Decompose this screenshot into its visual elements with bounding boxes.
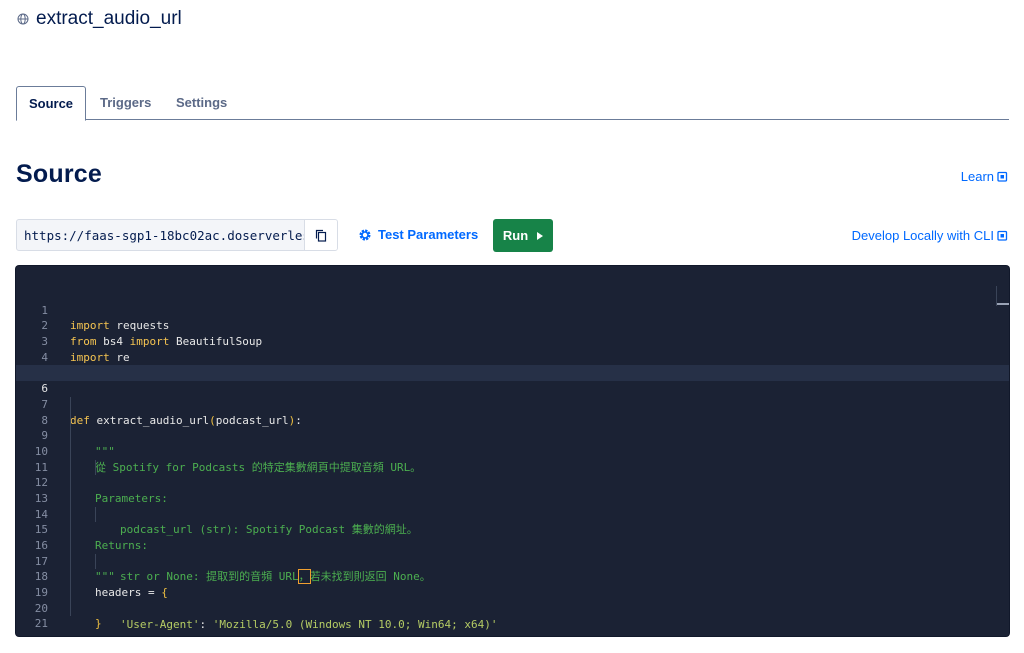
code-line[interactable]: 21 try:	[16, 600, 1009, 630]
line-number: 21	[34, 617, 48, 631]
code-line[interactable]: 19 }	[16, 569, 1009, 630]
indent-guide	[70, 585, 71, 601]
code-line[interactable]: 17 headers = {	[16, 538, 1009, 599]
code-line[interactable]: 20	[16, 585, 1009, 615]
indent-guide	[70, 522, 71, 538]
code-line[interactable]: 4 import json	[16, 334, 1009, 380]
test-parameters-label: Test Parameters	[378, 227, 479, 242]
gear-icon	[359, 229, 371, 240]
indent-guide	[95, 459, 96, 476]
indent-guide	[70, 538, 71, 554]
function-source-page: extract_audio_url Source Triggers Settin…	[0, 0, 1024, 653]
tab-bar: Source Triggers Settings	[16, 86, 1009, 121]
indent-guide	[95, 553, 96, 570]
copy-url-button[interactable]	[304, 220, 337, 250]
tab-triggers[interactable]: Triggers	[100, 86, 151, 119]
copy-icon	[315, 229, 327, 242]
learn-link-label: Learn	[960, 169, 994, 184]
code-line[interactable]: 1 import requests	[16, 287, 1009, 333]
function-url-field[interactable]: https://faas-sgp1-18bc02ac.doserverless	[16, 219, 338, 251]
code-line[interactable]: 2 from bs4 import BeautifulSoup	[16, 303, 1009, 348]
code-text: 'User-Agent': 'Mozilla/5.0 (Windows NT 1…	[120, 617, 498, 631]
test-parameters-button[interactable]: Test Parameters	[358, 227, 478, 242]
indent-guide	[70, 428, 71, 444]
indent-guide	[70, 475, 71, 491]
code-line[interactable]: 12 podcast_url (str): Spotify Podcast 集數…	[16, 459, 1009, 536]
code-line[interactable]: 9 從 Spotify for Podcasts 的特定集數網頁中提取音頻 UR…	[16, 412, 1009, 474]
function-url-text[interactable]: https://faas-sgp1-18bc02ac.doserverless	[17, 228, 304, 243]
cli-link-label: Develop Locally with CLI	[851, 228, 994, 243]
code-lines: 1 import requests 2 from bs4 import Beau…	[16, 287, 1009, 631]
run-button-label: Run	[502, 228, 529, 243]
indent-guide	[70, 412, 71, 429]
code-editor[interactable]: 1 import requests 2 from bs4 import Beau…	[16, 266, 1009, 636]
code-line[interactable]: 14 Returns:	[16, 490, 1009, 552]
indent-guide	[70, 569, 71, 586]
indent-guide	[70, 459, 71, 476]
code-text: }	[95, 617, 102, 631]
indent-guide	[70, 490, 71, 507]
section-title: Source	[16, 160, 102, 188]
code-line[interactable]: 16 """	[16, 522, 1009, 583]
code-line[interactable]: 7 def extract_audio_url(podcast_url):	[16, 381, 1009, 427]
code-line[interactable]: 3 import re	[16, 318, 1009, 364]
tab-source[interactable]: Source	[16, 86, 86, 121]
code-line[interactable]: 18 'User-Agent': 'Mozilla/5.0 (Windows N…	[16, 553, 1009, 631]
tab-settings[interactable]: Settings	[176, 86, 227, 119]
indent-guide	[70, 443, 71, 460]
learn-link[interactable]: Learn	[961, 169, 1008, 184]
globe-icon	[17, 13, 29, 25]
code-line[interactable]: 13	[16, 475, 1009, 505]
indent-guide	[70, 506, 71, 523]
indent-guide	[70, 396, 71, 413]
external-link-icon	[997, 230, 1008, 241]
page-header: extract_audio_url	[17, 6, 182, 32]
function-title: extract_audio_url	[36, 8, 182, 29]
external-link-icon	[997, 171, 1008, 182]
code-line[interactable]: 10	[16, 428, 1009, 458]
indent-guide	[70, 600, 71, 617]
indent-guide	[95, 506, 96, 523]
indent-guide	[70, 553, 71, 570]
code-line[interactable]: 11 Parameters:	[16, 443, 1009, 505]
code-line[interactable]: 15 str or None: 提取到的音頻 URL，若未找到則返回 None。	[16, 506, 1009, 585]
code-line[interactable]: 8 """	[16, 396, 1009, 458]
run-button[interactable]: Run	[493, 219, 553, 252]
code-line-current[interactable]: 6	[16, 365, 1009, 395]
develop-locally-cli-link[interactable]: Develop Locally with CLI	[852, 228, 1008, 243]
code-line[interactable]: 5	[16, 350, 1009, 379]
play-icon	[537, 231, 544, 240]
